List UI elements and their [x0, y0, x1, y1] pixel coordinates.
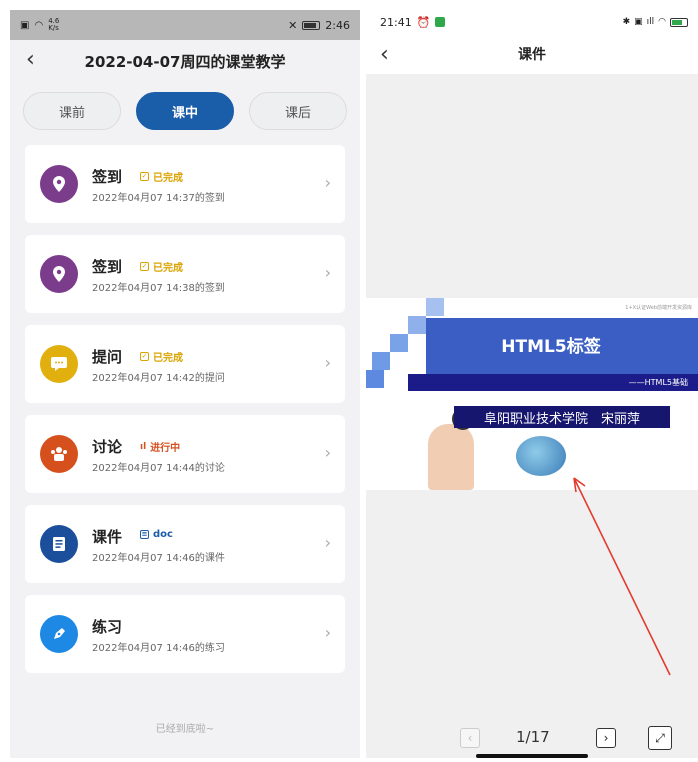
status-bar: 21:41 ⏰ ✱ ▣ ıll ◠	[366, 10, 698, 34]
location-icon	[40, 165, 78, 203]
chevron-right-icon: ›	[324, 263, 331, 282]
activity-list: 签到 ✓ 已完成 2022年04月07 14:37的签到 › 签到 ✓ 已完成 20…	[10, 145, 360, 673]
item-name: 签到	[92, 258, 123, 276]
list-item[interactable]: 提问 ✓ 已完成 2022年04月07 14:42的提问 ›	[25, 325, 345, 403]
location-icon	[40, 255, 78, 293]
alarm-icon: ⏰	[416, 15, 431, 29]
header: ‹ 2022-04-07周四的课堂教学	[10, 40, 360, 82]
chevron-right-icon: ›	[324, 443, 331, 462]
item-time: 2022年04月07 14:42的提问	[92, 373, 225, 384]
status-badge: ✓ 已完成	[140, 352, 183, 364]
mute-icon: ✕	[288, 18, 298, 32]
network-speed: 4.6 K/s	[48, 17, 60, 32]
check-icon: ✓	[140, 262, 149, 271]
page-title: 课件	[518, 47, 546, 63]
status-badge: ıl 进行中	[140, 441, 181, 455]
in-progress-icon: ıl	[140, 441, 147, 452]
left-phone-screen: ▣ ◠ 4.6 K/s ✕ 2:46 ‹ 2022-04-07周四的课堂教学 课前…	[10, 10, 360, 758]
nfc-icon: ▣	[634, 17, 643, 27]
list-item[interactable]: 签到 ✓ 已完成 2022年04月07 14:37的签到 ›	[25, 145, 345, 223]
signal-icon: ıll	[646, 17, 655, 27]
status-badge: ✓ 已完成	[140, 262, 183, 274]
chevron-right-icon: ›	[324, 623, 331, 642]
battery-icon	[670, 17, 688, 27]
segment-tabs: 课前 课中 课后	[10, 92, 360, 130]
pen-icon	[40, 615, 78, 653]
wifi-icon: ◠	[34, 19, 44, 31]
discussion-icon	[40, 435, 78, 473]
next-page-button[interactable]: ›	[596, 728, 616, 748]
chevron-right-icon: ›	[324, 533, 331, 552]
globe-illustration	[516, 436, 566, 476]
battery-icon	[302, 20, 321, 30]
tab-after-class[interactable]: 课后	[249, 92, 347, 130]
end-of-list-note: 已经到底啦~	[155, 724, 215, 735]
list-item[interactable]: 签到 ✓ 已完成 2022年04月07 14:38的签到 ›	[25, 235, 345, 313]
list-item[interactable]: 练习 2022年04月07 14:46的练习 ›	[25, 595, 345, 673]
item-time: 2022年04月07 14:44的讨论	[92, 463, 225, 474]
status-bar: ▣ ◠ 4.6 K/s ✕ 2:46	[10, 10, 360, 40]
header: ‹ 课件	[366, 34, 698, 74]
previous-page-button[interactable]: ‹	[460, 728, 480, 748]
slide-subtitle-band: ——HTML5基础	[408, 374, 698, 391]
page-indicator: 1/17	[516, 728, 550, 746]
right-phone-screen: 21:41 ⏰ ✱ ▣ ıll ◠ ‹ 课件 1+X认证Web前端开发资源库 H…	[366, 10, 698, 758]
screenshot-root: ▣ ◠ 4.6 K/s ✕ 2:46 ‹ 2022-04-07周四的课堂教学 课前…	[0, 0, 698, 762]
slide-author: 阜阳职业技术学院 宋丽萍	[454, 406, 670, 428]
clock: 21:41	[380, 15, 412, 29]
fullscreen-button[interactable]: ⤢	[648, 726, 672, 750]
back-button[interactable]: ‹	[380, 42, 389, 67]
item-name: 签到	[92, 168, 123, 186]
question-icon	[40, 345, 78, 383]
item-time: 2022年04月07 14:38的签到	[92, 283, 225, 294]
check-icon: ✓	[140, 172, 149, 181]
wifi-icon: ◠	[658, 17, 666, 27]
status-badge: ✓ 已完成	[140, 172, 183, 184]
app-notification-icon	[435, 17, 446, 27]
tab-in-class[interactable]: 课中	[136, 92, 234, 130]
slide-subtitle: ——HTML5基础	[628, 378, 688, 387]
chevron-right-icon: ›	[324, 173, 331, 192]
item-time: 2022年04月07 14:46的课件	[92, 553, 225, 564]
notification-icon: ▣	[20, 19, 30, 31]
back-button[interactable]: ‹	[26, 49, 46, 71]
slide-corner-text: 1+X认证Web前端开发资源库	[625, 305, 692, 311]
slide-title: HTML5标签	[501, 337, 601, 357]
check-icon: ✓	[140, 352, 149, 361]
doc-file-icon: ≡	[140, 530, 149, 539]
status-badge: ≡ doc	[140, 529, 173, 540]
item-time: 2022年04月07 14:37的签到	[92, 193, 225, 204]
hand-illustration	[428, 424, 474, 490]
chevron-right-icon: ›	[324, 353, 331, 372]
item-time: 2022年04月07 14:46的练习	[92, 643, 225, 654]
item-name: 练习	[92, 618, 123, 636]
page-title: 2022-04-07周四的课堂教学	[84, 52, 286, 71]
list-item[interactable]: 课件 ≡ doc 2022年04月07 14:46的课件 ›	[25, 505, 345, 583]
item-name: 课件	[92, 528, 123, 546]
home-indicator	[476, 754, 588, 758]
item-name: 讨论	[92, 438, 123, 456]
pager-bar: ‹ 1/17 › ⤢	[366, 716, 698, 758]
bluetooth-icon: ✱	[622, 17, 631, 27]
document-icon	[40, 525, 78, 563]
list-item[interactable]: 讨论 ıl 进行中 2022年04月07 14:44的讨论 ›	[25, 415, 345, 493]
annotation-arrow	[573, 477, 671, 676]
courseware-slide: 1+X认证Web前端开发资源库 HTML5标签 ——HTML5基础 阜阳职业技术…	[366, 298, 698, 490]
tab-before-class[interactable]: 课前	[23, 92, 121, 130]
item-name: 提问	[92, 348, 123, 366]
clock: 2:46	[325, 18, 350, 32]
